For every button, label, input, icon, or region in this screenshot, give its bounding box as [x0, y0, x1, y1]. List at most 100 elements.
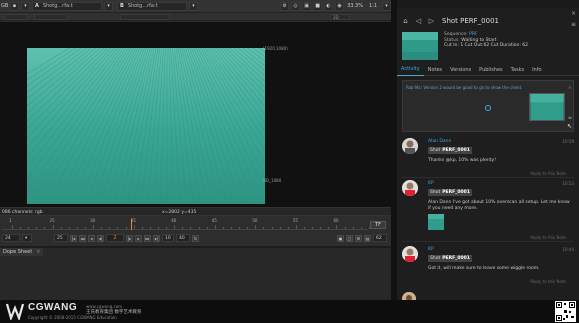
avatar[interactable] [402, 138, 418, 154]
viewer-canvas[interactable]: (1920,1080) HD_1080 [0, 22, 391, 207]
gear-icon[interactable]: ⚙ [280, 1, 290, 11]
note-entity-chip[interactable]: Shot PERF_0001 [428, 189, 472, 196]
flipbook-icon[interactable]: ▣ [337, 234, 344, 242]
timeline-tick [336, 225, 338, 229]
play-forward-icon[interactable]: ▸ [135, 234, 142, 242]
guides-icon[interactable]: ◐ [324, 1, 334, 11]
new-note-box[interactable]: Rob Ma: Version 2 would be good to go to… [402, 80, 574, 132]
timeline-tick [133, 225, 135, 229]
tab-publishes[interactable]: Publishes [475, 64, 507, 76]
timeline-tick-label: 30 [90, 218, 96, 223]
prev-frame-icon[interactable]: ◂| [97, 234, 104, 242]
note-author[interactable]: Alan Dann [428, 139, 451, 144]
current-frame-field[interactable]: 2 [106, 234, 124, 242]
timeline-settings-icon[interactable]: ⚙ [355, 234, 362, 242]
note-attachment-thumbnail[interactable] [428, 214, 444, 230]
pixel-ratio[interactable]: 1:1 [369, 3, 377, 9]
note-entity-chip[interactable]: Shot PERF_0001 [428, 255, 472, 262]
note-date: 10:53 [562, 181, 574, 186]
tab-activity[interactable]: Activity [397, 64, 424, 76]
close-icon[interactable]: × [571, 10, 576, 17]
input-a-value: Shotg...rfa:t [42, 3, 73, 9]
shot-thumbnail[interactable] [402, 32, 438, 60]
input-a-selector[interactable]: A Shotg...rfa:t [32, 1, 102, 11]
fps-field[interactable]: 24 [2, 234, 20, 242]
timeline-tick [52, 225, 54, 229]
note-body: Got it, will make sure to leave some wig… [428, 266, 540, 271]
first-frame-icon[interactable]: |◂ [70, 234, 77, 242]
new-note-text[interactable]: Rob Ma: Version 2 would be good to go to… [406, 85, 526, 90]
dropdown-icon[interactable]: ▾ [21, 1, 30, 11]
timeline-tick [117, 227, 119, 229]
panel-header: ⌂ ◁ ▷ Shot PERF_0001 [397, 14, 579, 28]
back-icon[interactable]: ◁ [414, 17, 423, 26]
timeline[interactable]: 1 25 30 35 40 45 50 55 60 TF 24 ▾ 25 |◂ ◂◂ ◂ ◂| … [0, 216, 391, 246]
timeline-tick [182, 227, 184, 229]
tab-info[interactable]: Info [528, 64, 545, 76]
timeline-tick-label: 45 [211, 218, 217, 223]
channel-label: GB [1, 3, 9, 9]
attachment-thumbnail[interactable] [529, 93, 565, 121]
brand-name: CGWANG [28, 302, 78, 313]
range-icon[interactable]: ▤ [364, 234, 371, 242]
timeline-tick-label: 40 [171, 218, 177, 223]
sequence-link[interactable]: PRF [469, 32, 477, 37]
timeline-tick [279, 227, 281, 229]
reply-link[interactable]: Reply to this Note [530, 279, 566, 284]
out-point-field[interactable]: 40 [176, 234, 190, 242]
gain-slider[interactable] [4, 14, 28, 20]
timeline-tick [60, 227, 62, 229]
playhead[interactable] [131, 219, 132, 230]
last-frame-icon[interactable]: ▸| [153, 234, 160, 242]
prev-keyframe-icon[interactable]: ◂◂ [79, 234, 86, 242]
overlay-icon[interactable]: ◉ [335, 1, 345, 11]
close-icon[interactable]: × [36, 249, 40, 255]
zoom-dropdown-icon[interactable]: ▾ [382, 1, 391, 11]
gamma-slider[interactable] [34, 14, 68, 20]
note-author[interactable]: KP [428, 181, 434, 186]
next-frame-icon[interactable]: |▸ [126, 234, 133, 242]
end-frame-field[interactable]: 62 [373, 234, 387, 242]
lut-dropdown[interactable] [120, 14, 170, 20]
forward-icon[interactable]: ▷ [427, 17, 436, 26]
view-mode-dropdown[interactable]: 2D [330, 14, 350, 20]
input-b-dropdown-icon[interactable]: ▾ [189, 1, 198, 11]
avatar[interactable] [402, 180, 418, 196]
timecode-dropdown[interactable]: ▾ [22, 234, 32, 242]
tab-dope-sheet[interactable]: Dope Sheet × [0, 248, 44, 256]
play-backward-icon[interactable]: ◂ [88, 234, 95, 242]
remove-attachment-icon[interactable]: × [568, 85, 571, 90]
menu-icon[interactable]: ≡ [571, 21, 576, 28]
next-keyframe-icon[interactable]: ▸▸ [144, 234, 151, 242]
mouse-cursor-icon: ↖ [567, 123, 573, 130]
input-a-dropdown-icon[interactable]: ▾ [104, 1, 113, 11]
timeline-ruler[interactable]: 1 25 30 35 40 45 50 55 60 [2, 218, 370, 230]
avatar[interactable] [402, 292, 416, 300]
note-divider [402, 177, 574, 178]
chip-entity: PERF_0001 [442, 148, 470, 153]
timeline-mode-button[interactable]: TF [370, 221, 386, 229]
note-author[interactable]: KP [428, 247, 434, 252]
timeline-tick [222, 227, 224, 229]
in-point-field[interactable]: 25 [54, 234, 68, 242]
loop-icon[interactable]: ↻ [192, 234, 199, 242]
lock-icon[interactable]: ▪ [10, 1, 19, 11]
zoom-level[interactable]: 33.3% [347, 3, 363, 9]
tab-tasks[interactable]: Tasks [507, 64, 528, 76]
step-field[interactable]: 10 [162, 234, 174, 242]
input-b-selector[interactable]: B Shotg...rfa:t [117, 1, 187, 11]
home-icon[interactable]: ⌂ [401, 17, 410, 26]
proxy-icon[interactable]: ▢ [346, 234, 353, 242]
reply-link[interactable]: Reply to this Note [530, 235, 566, 240]
reply-link[interactable]: Reply to this Note [530, 171, 566, 176]
clip-warning-icon[interactable]: ◎ [291, 1, 301, 11]
avatar[interactable] [402, 246, 418, 262]
stop-icon[interactable]: ■ [313, 1, 323, 11]
tab-notes[interactable]: Notes [424, 64, 446, 76]
playback-controls: 24 ▾ 25 |◂ ◂◂ ◂ ◂| 2 |▸ ▸ ▸▸ ▸| 10 40 ↻ … [0, 233, 391, 243]
timeline-tick [360, 227, 362, 229]
note-entity-chip[interactable]: Shot PERF_0001 [428, 147, 472, 154]
trash-icon[interactable]: ▬ [568, 115, 572, 120]
roi-icon[interactable]: ▣ [302, 1, 312, 11]
tab-versions[interactable]: Versions [446, 64, 475, 76]
